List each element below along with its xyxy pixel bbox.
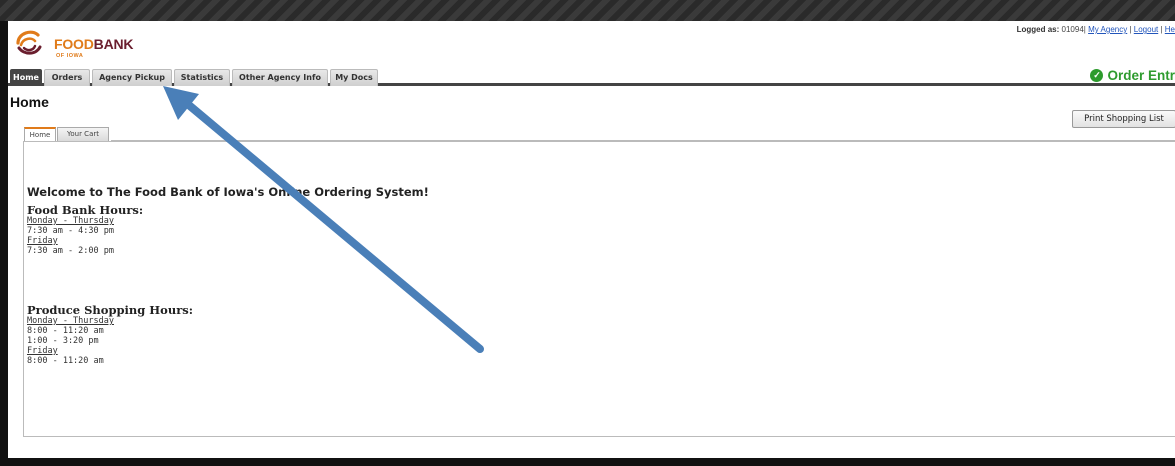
produce-time-1b: 1:00 - 3:20 pm: [27, 336, 99, 346]
nav-tab-home[interactable]: Home: [10, 69, 42, 86]
logged-id: 01094|: [1061, 25, 1086, 34]
page-title: Home: [10, 94, 49, 110]
produce-hours-block: Produce Shopping Hours: Monday - Thursda…: [27, 304, 193, 366]
logged-in-info: Logged as: 01094| My Agency | Logout | H…: [1016, 25, 1175, 34]
nav-tab-my-docs[interactable]: My Docs: [330, 69, 378, 86]
window-frame-bottom: [0, 458, 1175, 466]
page-body: FOODBANK OF IOWA Logged as: 01094| My Ag…: [8, 21, 1175, 458]
food-bank-time-1: 7:30 am - 4:30 pm: [27, 226, 114, 236]
produce-day-1: Monday - Thursday: [27, 316, 114, 326]
food-bank-hours-block: Food Bank Hours: Monday - Thursday 7:30 …: [27, 204, 143, 256]
foodbank-logo[interactable]: FOODBANK OF IOWA: [14, 27, 164, 63]
nav-tab-agency-pickup[interactable]: Agency Pickup: [92, 69, 172, 86]
subtab-your-cart[interactable]: Your Cart: [57, 127, 109, 141]
produce-time-1a: 8:00 - 11:20 am: [27, 326, 104, 336]
food-bank-day-2: Friday: [27, 236, 58, 246]
print-shopping-list-button[interactable]: Print Shopping List: [1072, 110, 1175, 128]
produce-day-2: Friday: [27, 346, 58, 356]
foodbank-logo-icon: [16, 30, 42, 55]
window-frame-left: [0, 21, 8, 466]
food-bank-time-2: 7:30 am - 2:00 pm: [27, 246, 114, 256]
food-bank-hours-heading: Food Bank Hours:: [27, 203, 144, 217]
logged-label: Logged as:: [1016, 25, 1060, 34]
logout-link[interactable]: Logout: [1134, 25, 1158, 34]
nav-tab-other-agency-info[interactable]: Other Agency Info: [232, 69, 328, 86]
food-bank-day-1: Monday - Thursday: [27, 216, 114, 226]
logo-wordmark: FOODBANK: [54, 36, 134, 52]
order-entry-link[interactable]: ✓ Order Entr: [1090, 66, 1175, 84]
logo-subtitle: OF IOWA: [56, 53, 84, 59]
logo-word-food: FOOD: [54, 36, 94, 52]
produce-hours-heading: Produce Shopping Hours:: [27, 303, 193, 317]
main-nav: Home Orders Agency Pickup Statistics Oth…: [8, 66, 1175, 86]
help-link[interactable]: He: [1165, 25, 1175, 34]
nav-tab-statistics[interactable]: Statistics: [174, 69, 230, 86]
logo-word-bank: BANK: [93, 36, 134, 52]
check-circle-icon: ✓: [1090, 68, 1104, 82]
order-entry-label: Order Entr: [1107, 67, 1175, 83]
produce-time-2: 8:00 - 11:20 am: [27, 356, 104, 366]
my-agency-link[interactable]: My Agency: [1088, 25, 1127, 34]
welcome-heading: Welcome to The Food Bank of Iowa's Onlin…: [27, 185, 429, 199]
browser-top-strip: [0, 0, 1175, 21]
nav-tab-orders[interactable]: Orders: [44, 69, 90, 86]
subtab-home[interactable]: Home: [24, 127, 56, 142]
